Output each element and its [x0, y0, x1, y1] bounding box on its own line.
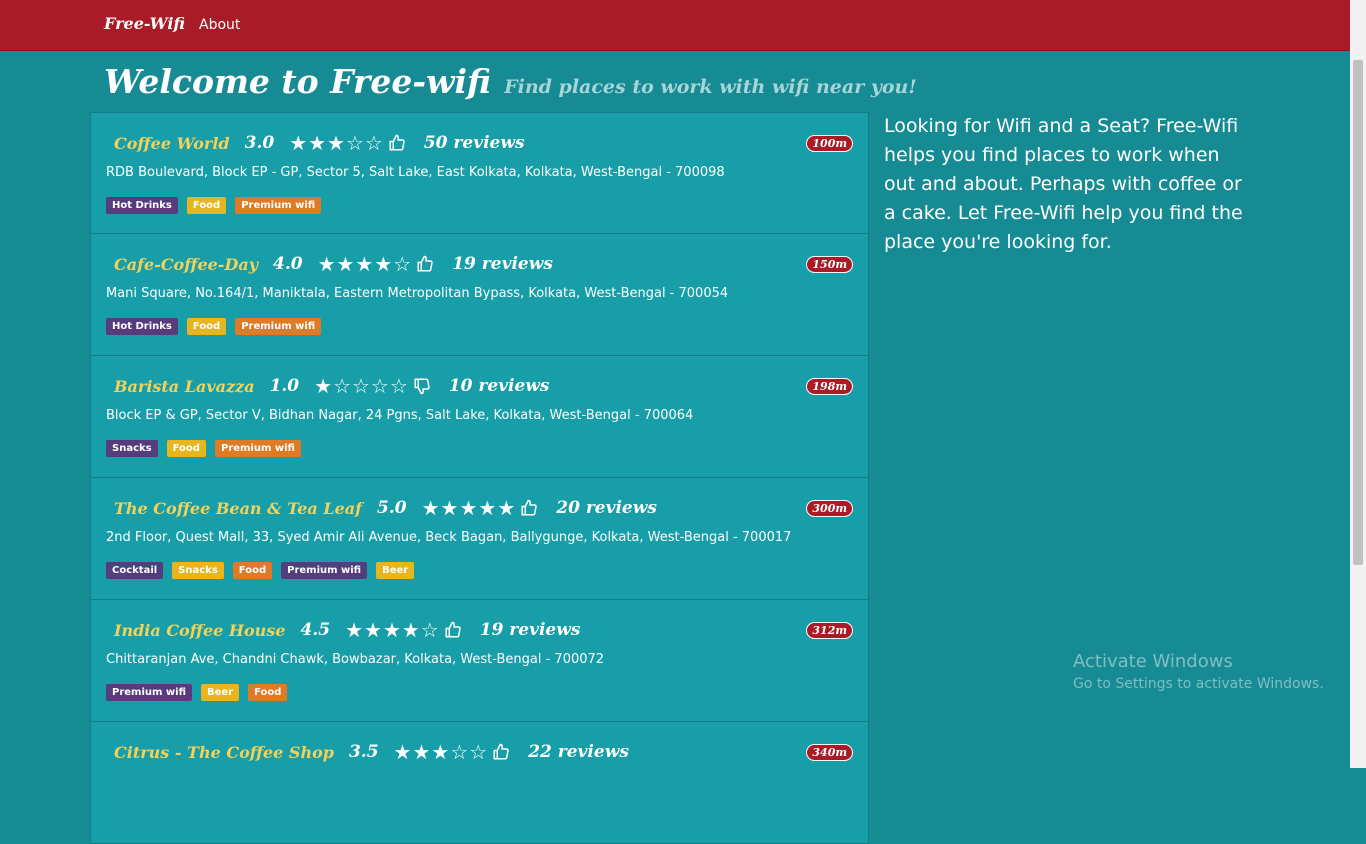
place-name[interactable]: India Coffee House: [114, 621, 286, 640]
thumbs-up-icon: [444, 621, 462, 639]
amenity-tag: Food: [186, 318, 227, 335]
place-tags: Premium wifi Beer Food: [106, 684, 288, 701]
place-tags: Cocktail Snacks Food Premium wifi Beer: [106, 562, 415, 579]
place-header: India Coffee House 4.5 ★★★★☆ 19 reviews: [114, 618, 580, 642]
review-count[interactable]: 50 reviews: [424, 133, 525, 153]
page-subtitle: Find places to work with wifi near you!: [504, 76, 917, 98]
amenity-tag: Food: [248, 684, 288, 701]
place-card[interactable]: Coffee World 3.0 ★★★☆☆ 50 reviews RDB Bo…: [90, 112, 869, 234]
place-address: RDB Boulevard, Block EP - GP, Sector 5, …: [106, 165, 725, 180]
place-card[interactable]: India Coffee House 4.5 ★★★★☆ 19 reviews …: [90, 600, 869, 722]
star-rating-icons: ★★★☆☆: [393, 740, 489, 764]
watermark-title: Activate Windows: [1073, 651, 1233, 672]
scrollbar-thumb[interactable]: [1353, 60, 1363, 565]
place-address: Mani Square, No.164/1, Maniktala, Easter…: [106, 286, 729, 301]
place-address: Block EP & GP, Sector V, Bidhan Nagar, 2…: [106, 408, 694, 423]
amenity-tag: Premium wifi: [235, 197, 322, 214]
thumbs-up-icon: [520, 499, 538, 517]
thumbs-down-icon: [413, 377, 431, 395]
place-list: Coffee World 3.0 ★★★☆☆ 50 reviews RDB Bo…: [90, 112, 869, 844]
amenity-tag: Beer: [201, 684, 240, 701]
place-name[interactable]: Citrus - The Coffee Shop: [114, 743, 334, 762]
place-address: 2nd Floor, Quest Mall, 33, Syed Amir Ali…: [106, 530, 792, 545]
place-address: Chittaranjan Ave, Chandni Chawk, Bowbaza…: [106, 652, 605, 667]
place-header: Barista Lavazza 1.0 ★☆☆☆☆ 10 reviews: [114, 374, 550, 398]
amenity-tag: Premium wifi: [235, 318, 322, 335]
thumbs-up-icon: [492, 743, 510, 761]
place-name[interactable]: Cafe-Coffee-Day: [114, 255, 258, 274]
place-card[interactable]: Citrus - The Coffee Shop 3.5 ★★★☆☆ 22 re…: [90, 722, 869, 844]
brand-link[interactable]: Free-Wifi: [104, 14, 185, 33]
place-header: Cafe-Coffee-Day 4.0 ★★★★☆ 19 reviews: [114, 252, 553, 276]
distance-badge: 340m: [806, 744, 853, 761]
place-rating: 5.0: [377, 498, 407, 518]
intro-text: Looking for Wifi and a Seat? Free-Wifi h…: [884, 115, 1243, 253]
distance-badge: 300m: [806, 500, 853, 517]
windows-activation-watermark: Activate Windows Go to Settings to activ…: [1073, 651, 1324, 692]
review-count[interactable]: 10 reviews: [449, 376, 550, 396]
amenity-tag: Food: [166, 440, 206, 457]
amenity-tag: Snacks: [106, 440, 158, 457]
amenity-tag: Snacks: [172, 562, 224, 579]
review-count[interactable]: 20 reviews: [556, 498, 657, 518]
place-rating: 1.0: [269, 376, 300, 396]
place-rating: 4.0: [272, 254, 303, 274]
amenity-tag: Hot Drinks: [106, 197, 178, 214]
distance-badge: 312m: [806, 622, 853, 639]
place-name[interactable]: The Coffee Bean & Tea Leaf: [114, 499, 362, 518]
star-rating-icons: ★★★☆☆: [289, 131, 384, 155]
nav-about-link[interactable]: About: [199, 17, 240, 33]
place-card[interactable]: Cafe-Coffee-Day 4.0 ★★★★☆ 19 reviews Man…: [90, 234, 869, 356]
amenity-tag: Hot Drinks: [106, 318, 178, 335]
amenity-tag: Food: [186, 197, 227, 214]
place-header: The Coffee Bean & Tea Leaf 5.0 ★★★★★ 20 …: [114, 496, 657, 520]
place-header: Coffee World 3.0 ★★★☆☆ 50 reviews: [114, 131, 525, 155]
place-tags: Snacks Food Premium wifi: [106, 440, 301, 457]
amenity-tag: Food: [232, 562, 273, 579]
review-count[interactable]: 22 reviews: [528, 742, 629, 762]
watermark-subtitle: Go to Settings to activate Windows.: [1073, 676, 1324, 692]
star-rating-icons: ★★★★☆: [317, 252, 413, 276]
page-heading: Welcome to Free-wifi Find places to work…: [104, 62, 917, 101]
top-navbar: Free-Wifi About: [0, 0, 1350, 51]
place-rating: 3.5: [348, 742, 379, 762]
amenity-tag: Premium wifi: [281, 562, 368, 579]
place-tags: Hot Drinks Food Premium wifi: [106, 318, 322, 335]
distance-badge: 100m: [806, 135, 853, 152]
place-rating: 3.0: [244, 133, 275, 153]
place-card[interactable]: Barista Lavazza 1.0 ★☆☆☆☆ 10 reviews Blo…: [90, 356, 869, 478]
amenity-tag: Beer: [376, 562, 415, 579]
distance-badge: 198m: [806, 378, 853, 395]
page-scrollbar[interactable]: [1350, 0, 1366, 768]
star-rating-icons: ★★★★☆: [345, 618, 440, 642]
review-count[interactable]: 19 reviews: [480, 620, 581, 640]
place-tags: Hot Drinks Food Premium wifi: [106, 197, 322, 214]
star-rating-icons: ★★★★★: [421, 496, 517, 520]
amenity-tag: Cocktail: [106, 562, 164, 579]
star-rating-icons: ★☆☆☆☆: [314, 374, 409, 398]
place-name[interactable]: Barista Lavazza: [114, 377, 255, 396]
distance-badge: 150m: [806, 256, 853, 273]
page-title: Welcome to Free-wifi: [104, 62, 492, 101]
review-count[interactable]: 19 reviews: [452, 254, 553, 274]
thumbs-up-icon: [416, 255, 434, 273]
thumbs-up-icon: [388, 134, 406, 152]
place-rating: 4.5: [300, 620, 331, 640]
place-name[interactable]: Coffee World: [114, 134, 230, 153]
place-header: Citrus - The Coffee Shop 3.5 ★★★☆☆ 22 re…: [114, 740, 629, 764]
amenity-tag: Premium wifi: [106, 684, 192, 701]
place-card[interactable]: The Coffee Bean & Tea Leaf 5.0 ★★★★★ 20 …: [90, 478, 869, 600]
amenity-tag: Premium wifi: [214, 440, 301, 457]
